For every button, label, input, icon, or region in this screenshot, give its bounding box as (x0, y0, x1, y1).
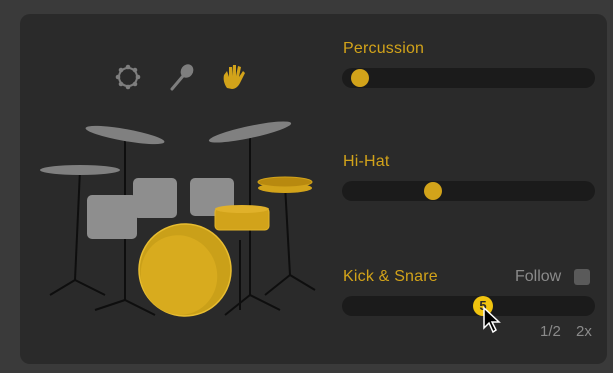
hihat-slider[interactable] (342, 181, 595, 201)
instrument-icon-row (113, 62, 253, 92)
kick-snare-label: Kick & Snare (343, 268, 438, 285)
tambourine-icon[interactable] (113, 62, 143, 92)
shaker-icon[interactable] (167, 62, 197, 92)
hihat-label: Hi-Hat (343, 153, 390, 170)
half-speed-button[interactable]: 1/2 (540, 323, 561, 340)
drum-kit-illustration (25, 110, 325, 340)
hihat-slider-thumb[interactable] (424, 182, 443, 200)
percussion-label: Percussion (343, 40, 425, 57)
hand-icon[interactable] (219, 62, 249, 92)
percussion-slider[interactable] (342, 68, 595, 88)
percussion-slider-thumb[interactable] (351, 69, 370, 87)
follow-checkbox[interactable] (574, 269, 590, 285)
follow-label: Follow (515, 268, 562, 285)
pointer-cursor-icon (482, 306, 506, 334)
kick-snare-slider[interactable] (342, 296, 595, 316)
double-speed-button[interactable]: 2x (576, 323, 592, 340)
